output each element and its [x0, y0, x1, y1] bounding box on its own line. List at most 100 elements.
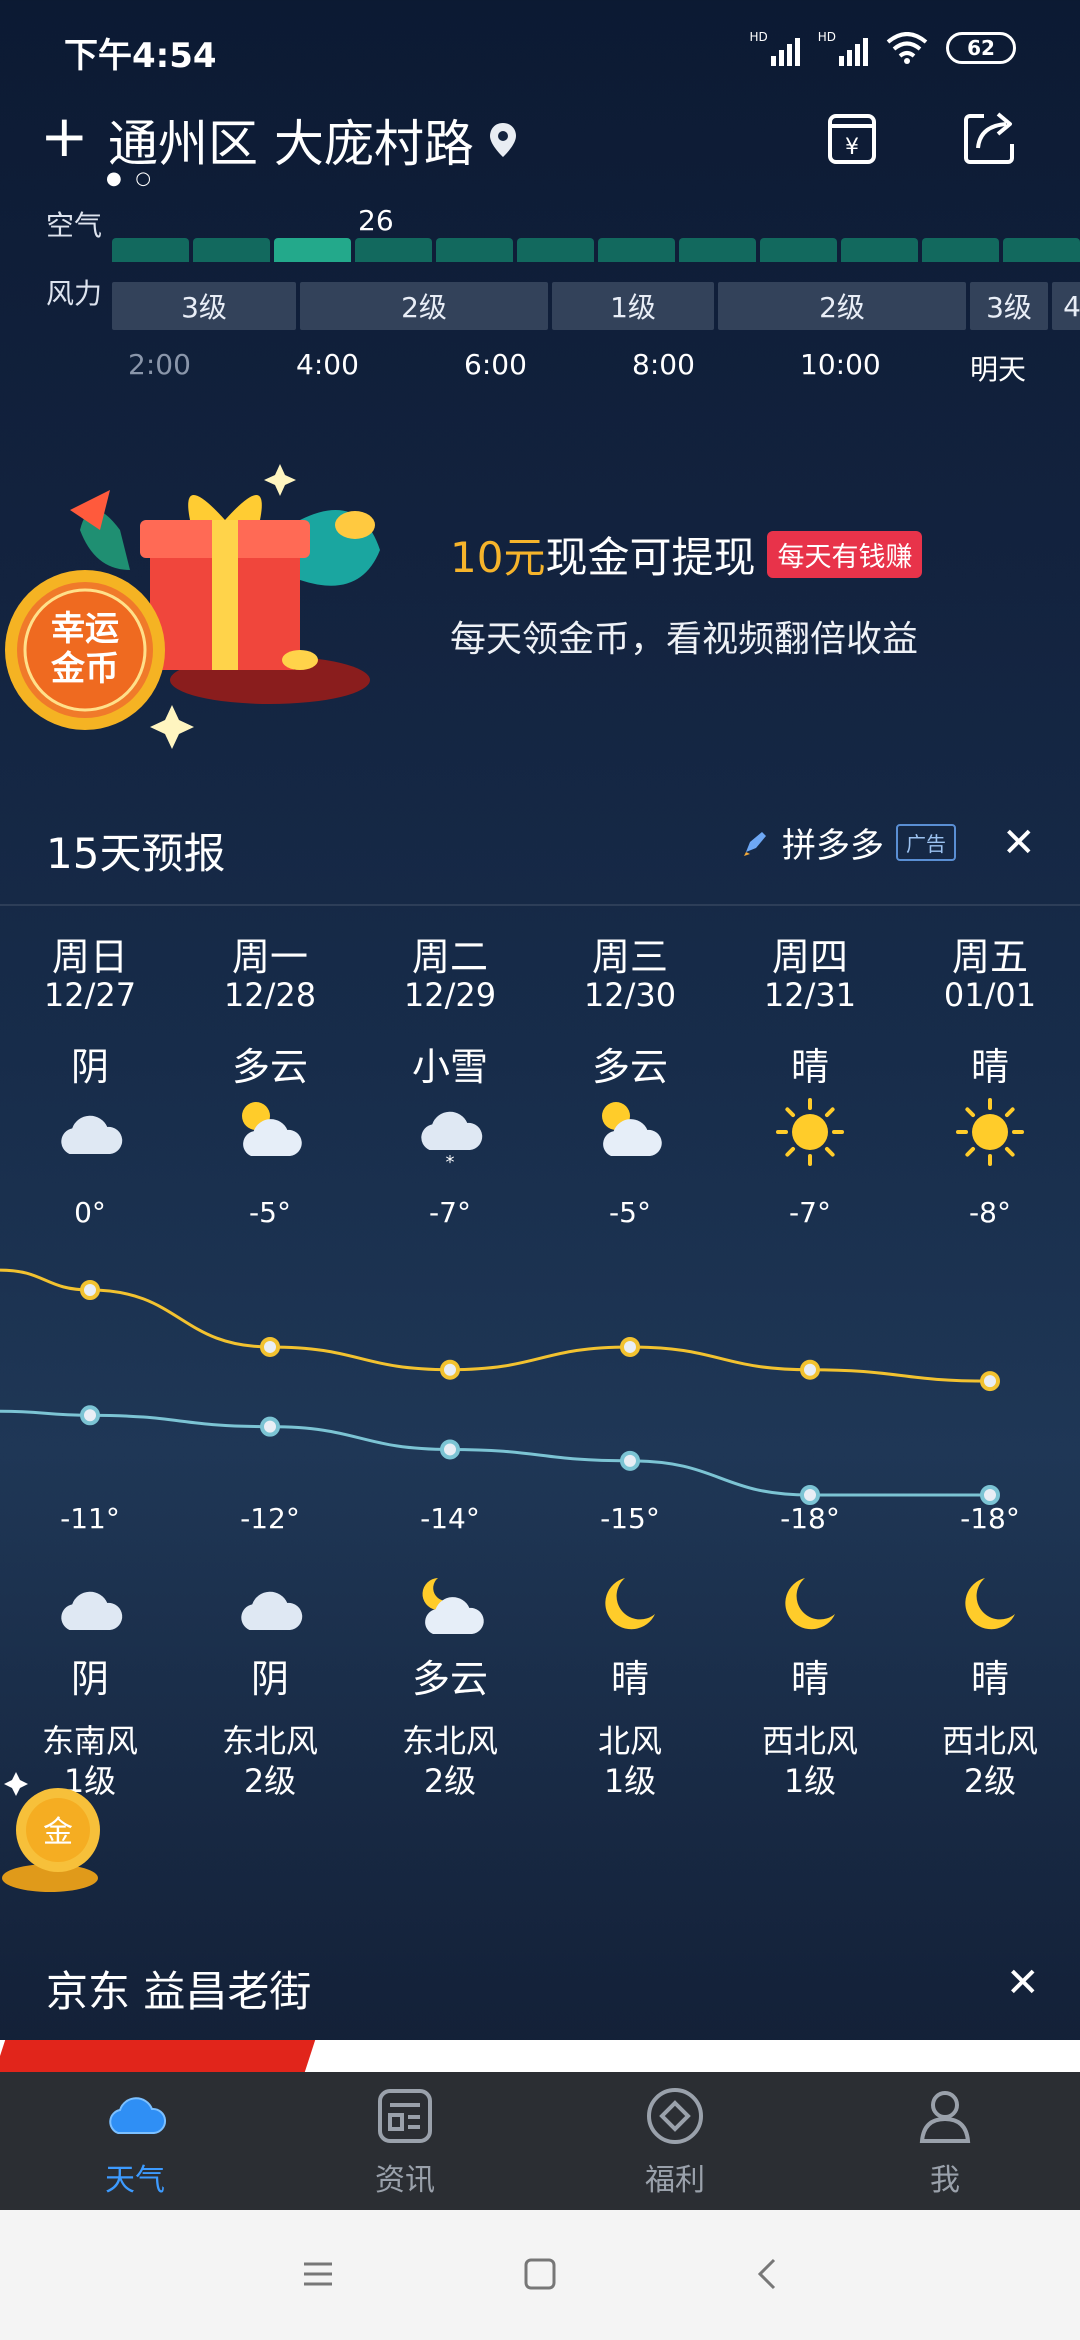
forecast-day: 周二	[411, 935, 488, 979]
forecast-high-temp: -8°	[969, 1196, 1011, 1229]
svg-text:金: 金	[43, 1815, 73, 1850]
high-temp-point	[620, 1336, 640, 1357]
hour-labels: 2:00 4:00 6:00 8:00 10:00 明天	[112, 348, 1080, 388]
ad-badge: 广告	[896, 824, 956, 861]
jd-ad-banner[interactable]	[0, 2040, 1080, 2072]
forecast-night-condition: 阴	[250, 1657, 289, 1701]
tab-me[interactable]: 我	[810, 2072, 1080, 2210]
system-navigation-bar	[0, 2210, 1080, 2340]
forecast-day: 周四	[771, 935, 848, 979]
forecast-wind-level: 1级	[603, 1762, 657, 1800]
tab-label: 资讯	[375, 2163, 435, 2198]
hour-label: 4:00	[296, 348, 359, 381]
forecast-day-condition: 阴	[70, 1045, 109, 1089]
ad-box[interactable]: 拼多多 广告	[740, 818, 956, 867]
wind-label: 风力	[46, 277, 103, 310]
forecast-night-condition: 晴	[790, 1657, 829, 1701]
cloudy-icon	[15, 1570, 165, 1640]
sun-icon	[915, 1094, 1065, 1170]
signal-icon: HD	[818, 30, 868, 66]
forecast-day: 周五	[951, 935, 1028, 979]
high-temp-line	[0, 1268, 991, 1383]
high-temp-point	[980, 1371, 1000, 1392]
coin-text: 幸运	[51, 609, 119, 649]
low-temp-point	[260, 1416, 280, 1437]
forecast-day: 周一	[231, 935, 308, 979]
welfare-icon	[647, 2088, 703, 2144]
tab-welfare[interactable]: 福利	[540, 2072, 810, 2210]
moon-icon	[555, 1570, 705, 1640]
svg-text:¥: ¥	[845, 135, 859, 160]
share-icon[interactable]	[962, 110, 1018, 166]
forecast-date: 12/27	[43, 976, 137, 1014]
wifi-icon	[886, 32, 928, 64]
cloudy-icon	[15, 1094, 165, 1170]
floating-coin-icon[interactable]: 金	[0, 1770, 110, 1900]
wind-segment: 2级	[718, 282, 966, 330]
forecast-title: 15天预报	[46, 829, 226, 878]
wind-segment: 3级	[970, 282, 1048, 330]
jd-ad-title[interactable]: 京东 益昌老街	[46, 1958, 311, 2019]
low-temp-point	[80, 1405, 100, 1426]
forecast-wind-level: 2级	[243, 1762, 297, 1800]
light-snow-icon: *	[375, 1094, 525, 1173]
forecast-high-temp: 0°	[74, 1196, 106, 1229]
forecast-night-condition: 阴	[70, 1657, 109, 1701]
add-city-button[interactable]: +	[40, 106, 89, 166]
cloud-icon	[109, 2097, 166, 2134]
ad-close-button[interactable]: ✕	[1002, 820, 1036, 866]
forecast-date: 12/29	[403, 976, 497, 1014]
svg-text:*: *	[446, 1152, 455, 1170]
high-temp-point	[80, 1280, 100, 1300]
forecast-day-condition: 多云	[591, 1045, 668, 1089]
promo-subtitle[interactable]: 每天领金币，看视频翻倍收益	[450, 610, 918, 662]
promo-title[interactable]: 10元 现金可提现 每天有钱赚	[450, 524, 923, 585]
forecast-wind-level: 2级	[423, 1762, 477, 1800]
forecast-day: 周日	[51, 935, 128, 979]
forecast-day-condition: 晴	[790, 1045, 829, 1089]
tab-label: 天气	[105, 2163, 165, 2198]
tab-news[interactable]: 资讯	[270, 2072, 540, 2210]
hour-label: 6:00	[464, 348, 527, 381]
signal-icon: HD	[749, 30, 800, 66]
hour-label: 2:00	[128, 348, 191, 381]
hour-label: 明天	[970, 353, 1027, 386]
forecast-high-temp: -7°	[789, 1196, 831, 1229]
rocket-icon	[744, 831, 766, 856]
page-indicator: ● ○	[106, 168, 156, 189]
sun-icon	[735, 1094, 885, 1170]
promo-banner[interactable]: 幸运 金币	[0, 430, 1080, 760]
location-pin-icon	[489, 123, 516, 157]
low-temp-point	[800, 1485, 820, 1505]
coin-text: 金币	[50, 649, 119, 689]
forecast-date: 12/31	[763, 976, 857, 1014]
forecast-date: 12/30	[583, 976, 677, 1014]
forecast-day-condition: 多云	[231, 1045, 308, 1089]
hour-label: 8:00	[632, 348, 695, 381]
back-icon[interactable]	[746, 2252, 790, 2296]
forecast-day: 周三	[591, 935, 668, 979]
wallet-icon[interactable]: ¥	[826, 110, 878, 166]
tab-weather[interactable]: 天气	[0, 2072, 270, 2210]
temperature-chart	[0, 1268, 1000, 1505]
promo-amount: 10元	[450, 533, 546, 582]
moon-icon	[915, 1570, 1065, 1640]
low-temp-line	[0, 1409, 990, 1497]
menu-icon[interactable]	[296, 2252, 340, 2296]
wind-segment: 1级	[552, 282, 714, 330]
air-quality-bar[interactable]	[112, 238, 1080, 262]
location-title[interactable]: 通州区 大庞村路	[108, 104, 518, 176]
air-value: 26	[358, 204, 394, 237]
forecast-day-condition: 小雪	[411, 1045, 488, 1089]
hour-label: 10:00	[800, 348, 881, 381]
forecast-night-condition: 晴	[610, 1657, 649, 1701]
low-temp-point	[980, 1485, 1000, 1505]
home-icon[interactable]	[518, 2252, 562, 2296]
jd-ad-close-button[interactable]: ✕	[1006, 1960, 1040, 2006]
forecast-day-condition: 晴	[970, 1045, 1009, 1089]
wind-bar[interactable]: 3级 2级 1级 2级 3级 4	[112, 282, 1080, 330]
forecast-high-temp: -7°	[429, 1196, 471, 1229]
forecast-high-temp: -5°	[249, 1196, 291, 1229]
bottom-tab-bar: 天气 资讯 福利 我	[0, 2072, 1080, 2210]
location-name: 通州区 大庞村路	[108, 115, 474, 173]
